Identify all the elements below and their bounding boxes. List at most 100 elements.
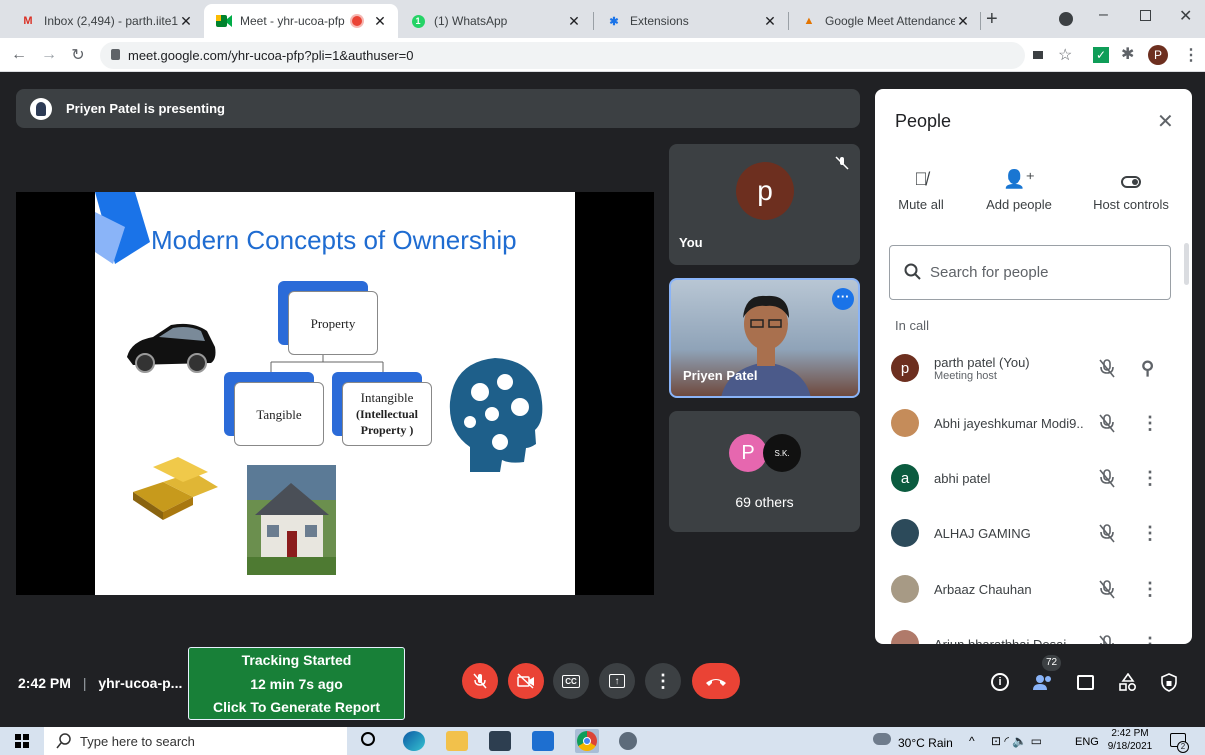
participant-row[interactable]: Arjun bharatbhai Desai ⋮ bbox=[891, 620, 1181, 644]
tile-others[interactable]: P S.K. 69 others bbox=[669, 411, 860, 532]
camera-icon[interactable] bbox=[1033, 51, 1043, 59]
mic-off-icon[interactable] bbox=[1096, 578, 1118, 600]
gmail-icon: M bbox=[23, 15, 33, 27]
hang-up-icon bbox=[706, 679, 726, 686]
meeting-details-icon[interactable]: i bbox=[989, 671, 1011, 693]
add-person-icon: 👤⁺ bbox=[1003, 169, 1035, 189]
minimize-icon[interactable]: – bbox=[1099, 6, 1108, 24]
menu-kebab-icon[interactable]: ⋮ bbox=[1141, 634, 1159, 645]
mic-off-icon[interactable] bbox=[1096, 633, 1118, 644]
restore-icon[interactable] bbox=[1140, 10, 1151, 21]
participant-row[interactable]: Arbaaz Chauhan ⋮ bbox=[891, 565, 1181, 613]
leave-call-button[interactable] bbox=[692, 663, 740, 699]
close-icon[interactable]: ✕ bbox=[178, 13, 194, 30]
box-intangible: Intangible (Intellectual Property ) bbox=[342, 382, 432, 446]
participant-row[interactable]: p parth patel (You) Meeting host ⚲ bbox=[891, 344, 1181, 392]
captions-button[interactable]: CC bbox=[553, 663, 589, 699]
tab-gmail[interactable]: M Inbox (2,494) - parth.iite1991 ✕ bbox=[8, 4, 204, 38]
tab-extensions[interactable]: ✱ Extensions ✕ bbox=[594, 4, 788, 38]
menu-kebab-icon[interactable]: ⋮ bbox=[1141, 468, 1159, 489]
taskbar-search-box[interactable]: Type here to search bbox=[44, 727, 347, 755]
taskbar-clock[interactable]: 2:42 PM 9/18/2021 bbox=[1104, 727, 1156, 753]
participant-row[interactable]: Abhi jayeshkumar Modi9... ⋮ bbox=[891, 399, 1181, 447]
puzzle-icon: ✱ bbox=[609, 15, 619, 28]
menu-kebab-icon[interactable]: ⋮ bbox=[1141, 413, 1159, 434]
brain-gears-image bbox=[449, 358, 543, 472]
close-icon[interactable]: ✕ bbox=[955, 13, 971, 30]
menu-kebab-icon[interactable]: ⋮ bbox=[1183, 45, 1199, 65]
profile-avatar[interactable]: P bbox=[1148, 45, 1168, 65]
new-tab-plus-icon[interactable]: + bbox=[986, 8, 998, 31]
scrollbar[interactable] bbox=[1184, 243, 1189, 285]
tray-icons[interactable]: ⊡ ◜ 🔈 ▭ bbox=[991, 734, 1042, 748]
participant-info: Abhi jayeshkumar Modi9... bbox=[934, 416, 1084, 431]
close-panel-icon[interactable]: ✕ bbox=[1157, 109, 1174, 134]
mic-toggle-button[interactable] bbox=[462, 663, 498, 699]
pin-icon[interactable]: ⚲ bbox=[1141, 358, 1154, 379]
close-icon[interactable]: ✕ bbox=[566, 13, 582, 30]
back-arrow-icon[interactable]: ← bbox=[8, 44, 30, 66]
mail-icon[interactable] bbox=[532, 731, 554, 751]
chat-icon[interactable] bbox=[1074, 671, 1096, 693]
search-people-input[interactable]: Search for people bbox=[889, 245, 1171, 300]
tab-attendance[interactable]: ▲ Google Meet Attendance Tra ✕ bbox=[789, 4, 981, 38]
tab-search-icon[interactable] bbox=[1059, 12, 1073, 26]
address-bar[interactable]: meet.google.com/yhr-ucoa-pfp?pli=1&authu… bbox=[100, 42, 1072, 69]
current-time: 2:42 PM bbox=[18, 675, 71, 691]
tile-presenter[interactable]: ··· Priyen Patel bbox=[669, 278, 860, 398]
more-options-button[interactable]: ⋮ bbox=[645, 663, 681, 699]
box-line: Property ) bbox=[360, 423, 414, 437]
add-people-button[interactable]: 👤⁺ Add people bbox=[979, 169, 1059, 212]
cortana-icon[interactable] bbox=[361, 732, 375, 746]
tile-label: You bbox=[679, 235, 703, 250]
participant-row[interactable]: a abhi patel ⋮ bbox=[891, 454, 1181, 502]
activities-icon[interactable] bbox=[1117, 671, 1139, 693]
present-button[interactable]: ↑ bbox=[599, 663, 635, 699]
chrome-taskbar-item[interactable] bbox=[575, 729, 599, 753]
menu-kebab-icon[interactable]: ⋮ bbox=[1141, 523, 1159, 544]
chevron-up-icon[interactable]: ^ bbox=[969, 734, 975, 748]
participant-info: parth patel (You) Meeting host bbox=[934, 355, 1084, 382]
puzzle-icon[interactable]: ✱ bbox=[1121, 44, 1134, 64]
car-image bbox=[127, 323, 216, 373]
menu-kebab-icon[interactable]: ⋮ bbox=[1141, 579, 1159, 600]
tab-whatsapp[interactable]: 1 (1) WhatsApp ✕ bbox=[398, 4, 592, 38]
presenter-avatar bbox=[30, 97, 52, 120]
participant-name: Arbaaz Chauhan bbox=[934, 581, 1032, 597]
tracking-report-button[interactable]: Tracking Started 12 min 7s ago Click To … bbox=[188, 647, 405, 720]
store-icon[interactable] bbox=[489, 731, 511, 751]
reload-icon[interactable]: ↻ bbox=[67, 44, 89, 66]
language-indicator[interactable]: ENG bbox=[1075, 736, 1099, 748]
participant-row[interactable]: ALHAJ GAMING ⋮ bbox=[891, 509, 1181, 557]
host-controls-icon[interactable] bbox=[1158, 671, 1180, 693]
meeting-info: 2:42 PM | yhr-ucoa-p... bbox=[18, 675, 182, 691]
tile-you[interactable]: p You bbox=[669, 144, 860, 265]
windows-start-icon[interactable] bbox=[15, 734, 29, 748]
url-text: meet.google.com/yhr-ucoa-pfp?pli=1&authu… bbox=[128, 48, 414, 63]
close-icon[interactable]: ✕ bbox=[372, 13, 388, 30]
mic-off-icon[interactable] bbox=[1096, 357, 1118, 379]
participant-info: ALHAJ GAMING bbox=[934, 526, 1084, 541]
participant-name: abhi patel bbox=[934, 470, 991, 486]
forward-arrow-icon[interactable]: → bbox=[38, 44, 60, 66]
presentation-slide: Modern Concepts of Ownership Property Ta… bbox=[95, 192, 575, 595]
mic-off-icon[interactable] bbox=[1096, 412, 1118, 434]
browser-tab-strip: M Inbox (2,494) - parth.iite1991 ✕ Meet … bbox=[0, 0, 1205, 38]
camera-toggle-button[interactable] bbox=[508, 663, 544, 699]
mute-all-button[interactable]: 🎙̸ Mute all bbox=[891, 169, 951, 212]
file-explorer-icon[interactable] bbox=[446, 731, 468, 751]
people-icon[interactable] bbox=[1032, 671, 1054, 693]
star-icon[interactable]: ☆ bbox=[1058, 45, 1072, 65]
mic-off-icon[interactable] bbox=[1096, 522, 1118, 544]
more-options-icon[interactable]: ··· bbox=[832, 288, 854, 310]
window-close-icon[interactable]: ✕ bbox=[1179, 6, 1192, 26]
close-icon[interactable]: ✕ bbox=[762, 13, 778, 30]
extension-check-icon[interactable]: ✓ bbox=[1093, 47, 1109, 63]
paint-icon[interactable] bbox=[619, 732, 637, 750]
host-controls-button[interactable]: Host controls bbox=[1087, 169, 1175, 212]
avatar: S.K. bbox=[763, 434, 801, 472]
mic-off-icon[interactable] bbox=[1096, 467, 1118, 489]
edge-icon[interactable] bbox=[403, 731, 425, 751]
avatar: p bbox=[891, 354, 919, 382]
tab-meet[interactable]: Meet - yhr-ucoa-pfp ✕ bbox=[204, 4, 398, 38]
